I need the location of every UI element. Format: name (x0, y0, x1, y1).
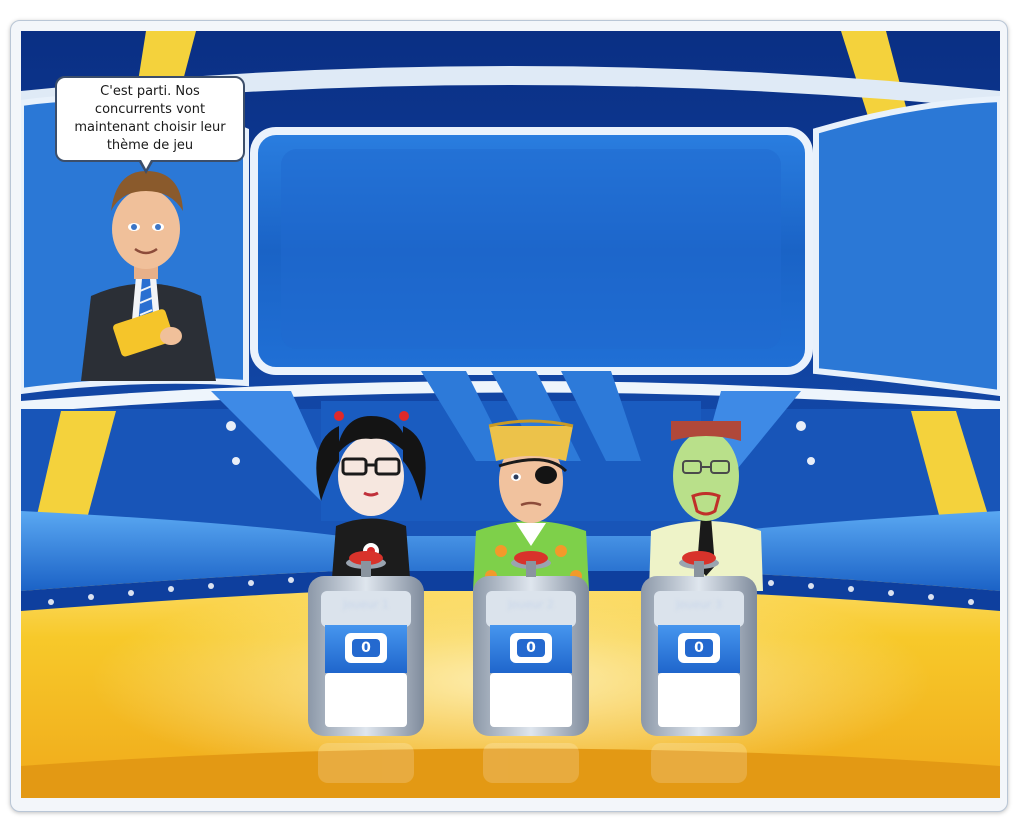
contestant-1-name: Joueur 1 (343, 598, 389, 611)
host-speech-bubble: C'est parti. Nos concurrents vont mainte… (55, 76, 245, 162)
host-speech-text: C'est parti. Nos concurrents vont mainte… (74, 84, 226, 153)
contestant-2-name: Joueur 2 (508, 598, 554, 611)
contestant-3-name: Joueur 3 (676, 598, 722, 611)
contestant-2-score: 0 (526, 640, 536, 656)
contestant-1-score: 0 (361, 640, 371, 656)
contestant-3-score: 0 (694, 640, 704, 656)
speech-bubble-tail-inner (140, 158, 152, 169)
